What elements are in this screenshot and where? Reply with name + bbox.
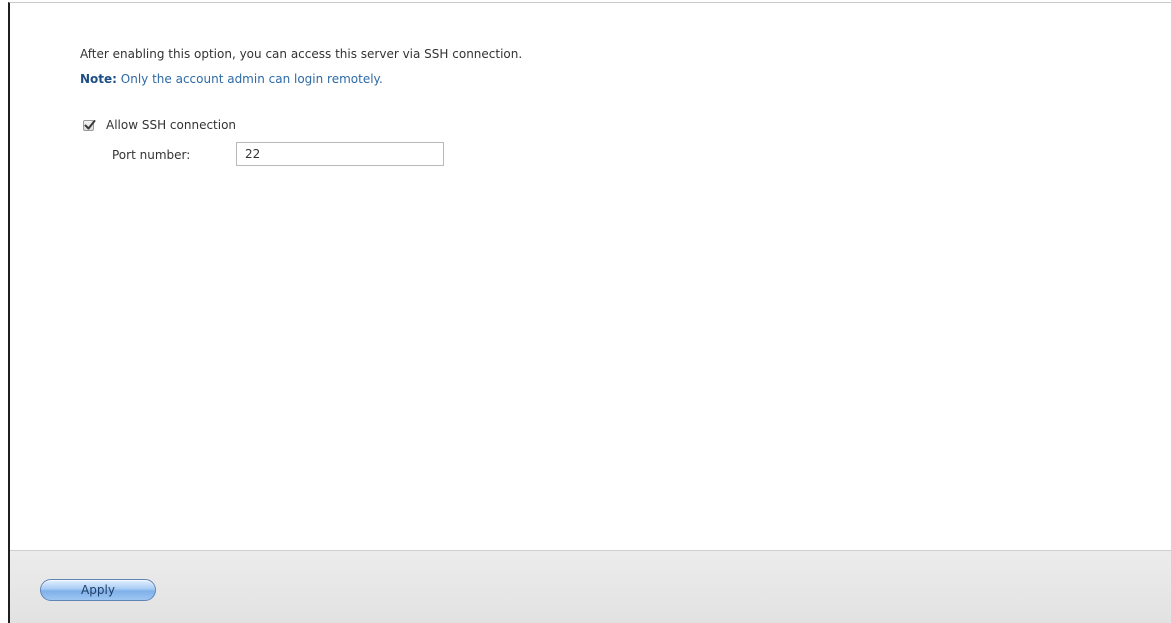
ssh-settings-panel: After enabling this option, you can acce… [8,2,1171,623]
apply-button[interactable]: Apply [40,579,156,601]
allow-ssh-label[interactable]: Allow SSH connection [106,118,236,132]
ssh-description: After enabling this option, you can acce… [80,47,523,61]
allow-ssh-checkbox[interactable] [83,119,96,131]
footer-bar: Apply [10,550,1171,623]
settings-content: After enabling this option, you can acce… [10,3,1171,550]
checkmark-icon [84,119,96,129]
port-number-label: Port number: [112,148,191,162]
allow-ssh-row[interactable]: Allow SSH connection [83,117,236,133]
port-number-input[interactable] [236,142,444,166]
note-label: Note: [80,72,117,86]
note-line: Note: Only the account admin can login r… [80,72,383,86]
note-text: Only the account admin can login remotel… [116,72,383,86]
